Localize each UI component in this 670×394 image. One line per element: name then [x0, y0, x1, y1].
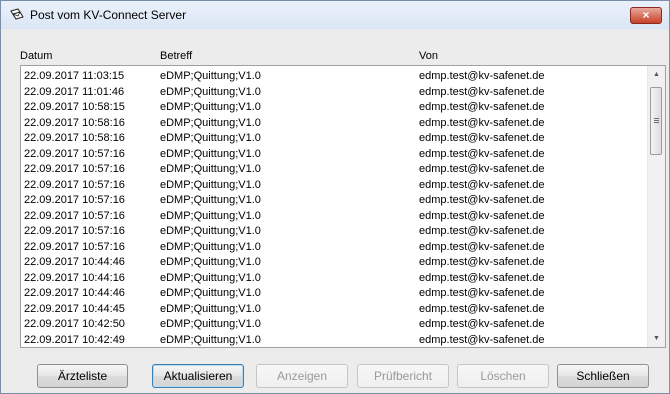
doctors-list-button[interactable]: Ärzteliste: [37, 364, 128, 388]
scroll-down-arrow-icon[interactable]: ▼: [648, 330, 665, 347]
list-item[interactable]: 22.09.2017 10:44:46 eDMP;Quittung;V1.0 edm…: [21, 256, 647, 269]
message-subject: eDMP;Quittung;V1.0: [160, 178, 261, 191]
list-item[interactable]: 22.09.2017 10:57:16 eDMP;Quittung;V1.0 edm…: [21, 210, 647, 223]
message-date: 22.09.2017 10:57:16: [24, 147, 125, 160]
list-item[interactable]: 22.09.2017 10:57:16 eDMP;Quittung;V1.0 edm…: [21, 194, 647, 207]
message-date: 22.09.2017 11:03:15: [24, 70, 125, 82]
message-sender: edmp.test@kv-safenet.de: [419, 333, 545, 346]
column-header-from[interactable]: Von: [419, 50, 438, 62]
message-date: 22.09.2017 10:44:45: [24, 302, 125, 315]
message-date: 22.09.2017 10:42:50: [24, 318, 125, 330]
message-subject: eDMP;Quittung;V1.0: [160, 209, 261, 222]
message-date: 22.09.2017 10:42:49: [24, 333, 125, 346]
message-subject: eDMP;Quittung;V1.0: [160, 147, 261, 160]
list-item[interactable]: 22.09.2017 10:42:49 eDMP;Quittung;V1.0 edm…: [21, 334, 647, 347]
list-header: Datum Betreff Von: [15, 46, 655, 64]
message-date: 22.09.2017 10:58:16: [24, 132, 125, 144]
message-sender: edmp.test@kv-safenet.de: [419, 256, 545, 268]
dialog-window: Post vom KV-Connect Server × Datum Betre…: [0, 0, 670, 394]
message-date: 22.09.2017 10:57:16: [24, 194, 125, 206]
message-subject: eDMP;Quittung;V1.0: [160, 132, 261, 144]
message-date: 22.09.2017 10:57:16: [24, 240, 125, 253]
list-item[interactable]: 22.09.2017 10:44:16 eDMP;Quittung;V1.0 edm…: [21, 272, 647, 285]
message-subject: eDMP;Quittung;V1.0: [160, 194, 261, 206]
message-sender: edmp.test@kv-safenet.de: [419, 147, 545, 160]
message-date: 22.09.2017 10:57:16: [24, 209, 125, 222]
message-sender: edmp.test@kv-safenet.de: [419, 132, 545, 144]
title-bar[interactable]: Post vom KV-Connect Server ×: [1, 1, 669, 29]
scrollbar-thumb[interactable]: [650, 87, 662, 155]
message-sender: edmp.test@kv-safenet.de: [419, 85, 545, 98]
list-item[interactable]: 22.09.2017 10:44:46 eDMP;Quittung;V1.0 edm…: [21, 287, 647, 300]
message-date: 22.09.2017 11:01:46: [24, 85, 125, 98]
close-window-button[interactable]: ×: [630, 7, 662, 24]
message-sender: edmp.test@kv-safenet.de: [419, 240, 545, 253]
message-date: 22.09.2017 10:44:46: [24, 256, 125, 268]
message-sender: edmp.test@kv-safenet.de: [419, 209, 545, 222]
delete-button[interactable]: Löschen: [457, 364, 549, 388]
message-subject: eDMP;Quittung;V1.0: [160, 116, 261, 129]
message-subject: eDMP;Quittung;V1.0: [160, 271, 261, 284]
message-sender: edmp.test@kv-safenet.de: [419, 302, 545, 315]
message-date: 22.09.2017 10:58:16: [24, 116, 125, 129]
list-item[interactable]: 22.09.2017 10:57:16 eDMP;Quittung;V1.0 edm…: [21, 163, 647, 176]
message-date: 22.09.2017 10:58:15: [24, 101, 125, 113]
message-subject: eDMP;Quittung;V1.0: [160, 302, 261, 315]
message-sender: edmp.test@kv-safenet.de: [419, 101, 545, 113]
list-item[interactable]: 22.09.2017 10:57:16 eDMP;Quittung;V1.0 edm…: [21, 241, 647, 254]
message-sender: edmp.test@kv-safenet.de: [419, 287, 545, 299]
list-item[interactable]: 22.09.2017 11:01:46 eDMP;Quittung;V1.0 edm…: [21, 86, 647, 99]
message-subject: eDMP;Quittung;V1.0: [160, 101, 261, 113]
message-date: 22.09.2017 10:57:16: [24, 163, 125, 175]
column-header-date[interactable]: Datum: [20, 50, 52, 62]
message-date: 22.09.2017 10:57:16: [24, 178, 125, 191]
message-sender: edmp.test@kv-safenet.de: [419, 318, 545, 330]
close-button[interactable]: Schließen: [557, 364, 649, 388]
message-subject: eDMP;Quittung;V1.0: [160, 256, 261, 268]
column-header-subject[interactable]: Betreff: [160, 50, 192, 62]
message-date: 22.09.2017 10:57:16: [24, 225, 125, 237]
message-sender: edmp.test@kv-safenet.de: [419, 163, 545, 175]
message-subject: eDMP;Quittung;V1.0: [160, 287, 261, 299]
message-subject: eDMP;Quittung;V1.0: [160, 85, 261, 98]
message-subject: eDMP;Quittung;V1.0: [160, 318, 261, 330]
list-item[interactable]: 22.09.2017 11:03:15 eDMP;Quittung;V1.0 edm…: [21, 70, 647, 83]
message-date: 22.09.2017 10:44:16: [24, 271, 125, 284]
message-date: 22.09.2017 10:44:46: [24, 287, 125, 299]
message-sender: edmp.test@kv-safenet.de: [419, 225, 545, 237]
message-sender: edmp.test@kv-safenet.de: [419, 271, 545, 284]
vertical-scrollbar[interactable]: ▲ ▼: [647, 66, 665, 347]
message-sender: edmp.test@kv-safenet.de: [419, 70, 545, 82]
message-sender: edmp.test@kv-safenet.de: [419, 116, 545, 129]
message-subject: eDMP;Quittung;V1.0: [160, 240, 261, 253]
refresh-button[interactable]: Aktualisieren: [152, 364, 244, 388]
message-subject: eDMP;Quittung;V1.0: [160, 163, 261, 175]
message-sender: edmp.test@kv-safenet.de: [419, 178, 545, 191]
list-item[interactable]: 22.09.2017 10:57:16 eDMP;Quittung;V1.0 edm…: [21, 225, 647, 238]
message-list[interactable]: 22.09.2017 11:03:15 eDMP;Quittung;V1.0 edm…: [20, 65, 666, 348]
list-item[interactable]: 22.09.2017 10:58:16 eDMP;Quittung;V1.0 edm…: [21, 117, 647, 130]
list-item[interactable]: 22.09.2017 10:58:16 eDMP;Quittung;V1.0 edm…: [21, 132, 647, 145]
message-subject: eDMP;Quittung;V1.0: [160, 225, 261, 237]
scroll-up-arrow-icon[interactable]: ▲: [648, 66, 665, 83]
message-sender: edmp.test@kv-safenet.de: [419, 194, 545, 206]
envelopes-icon: [10, 8, 24, 20]
list-item[interactable]: 22.09.2017 10:58:15 eDMP;Quittung;V1.0 edm…: [21, 101, 647, 114]
show-button[interactable]: Anzeigen: [256, 364, 348, 388]
list-item[interactable]: 22.09.2017 10:44:45 eDMP;Quittung;V1.0 edm…: [21, 303, 647, 316]
window-title: Post vom KV-Connect Server: [30, 8, 187, 22]
list-item[interactable]: 22.09.2017 10:42:50 eDMP;Quittung;V1.0 edm…: [21, 318, 647, 331]
message-subject: eDMP;Quittung;V1.0: [160, 333, 261, 346]
check-report-button[interactable]: Prüfbericht: [357, 364, 449, 388]
list-item[interactable]: 22.09.2017 10:57:16 eDMP;Quittung;V1.0 edm…: [21, 179, 647, 192]
list-item[interactable]: 22.09.2017 10:57:16 eDMP;Quittung;V1.0 edm…: [21, 148, 647, 161]
message-subject: eDMP;Quittung;V1.0: [160, 70, 261, 82]
